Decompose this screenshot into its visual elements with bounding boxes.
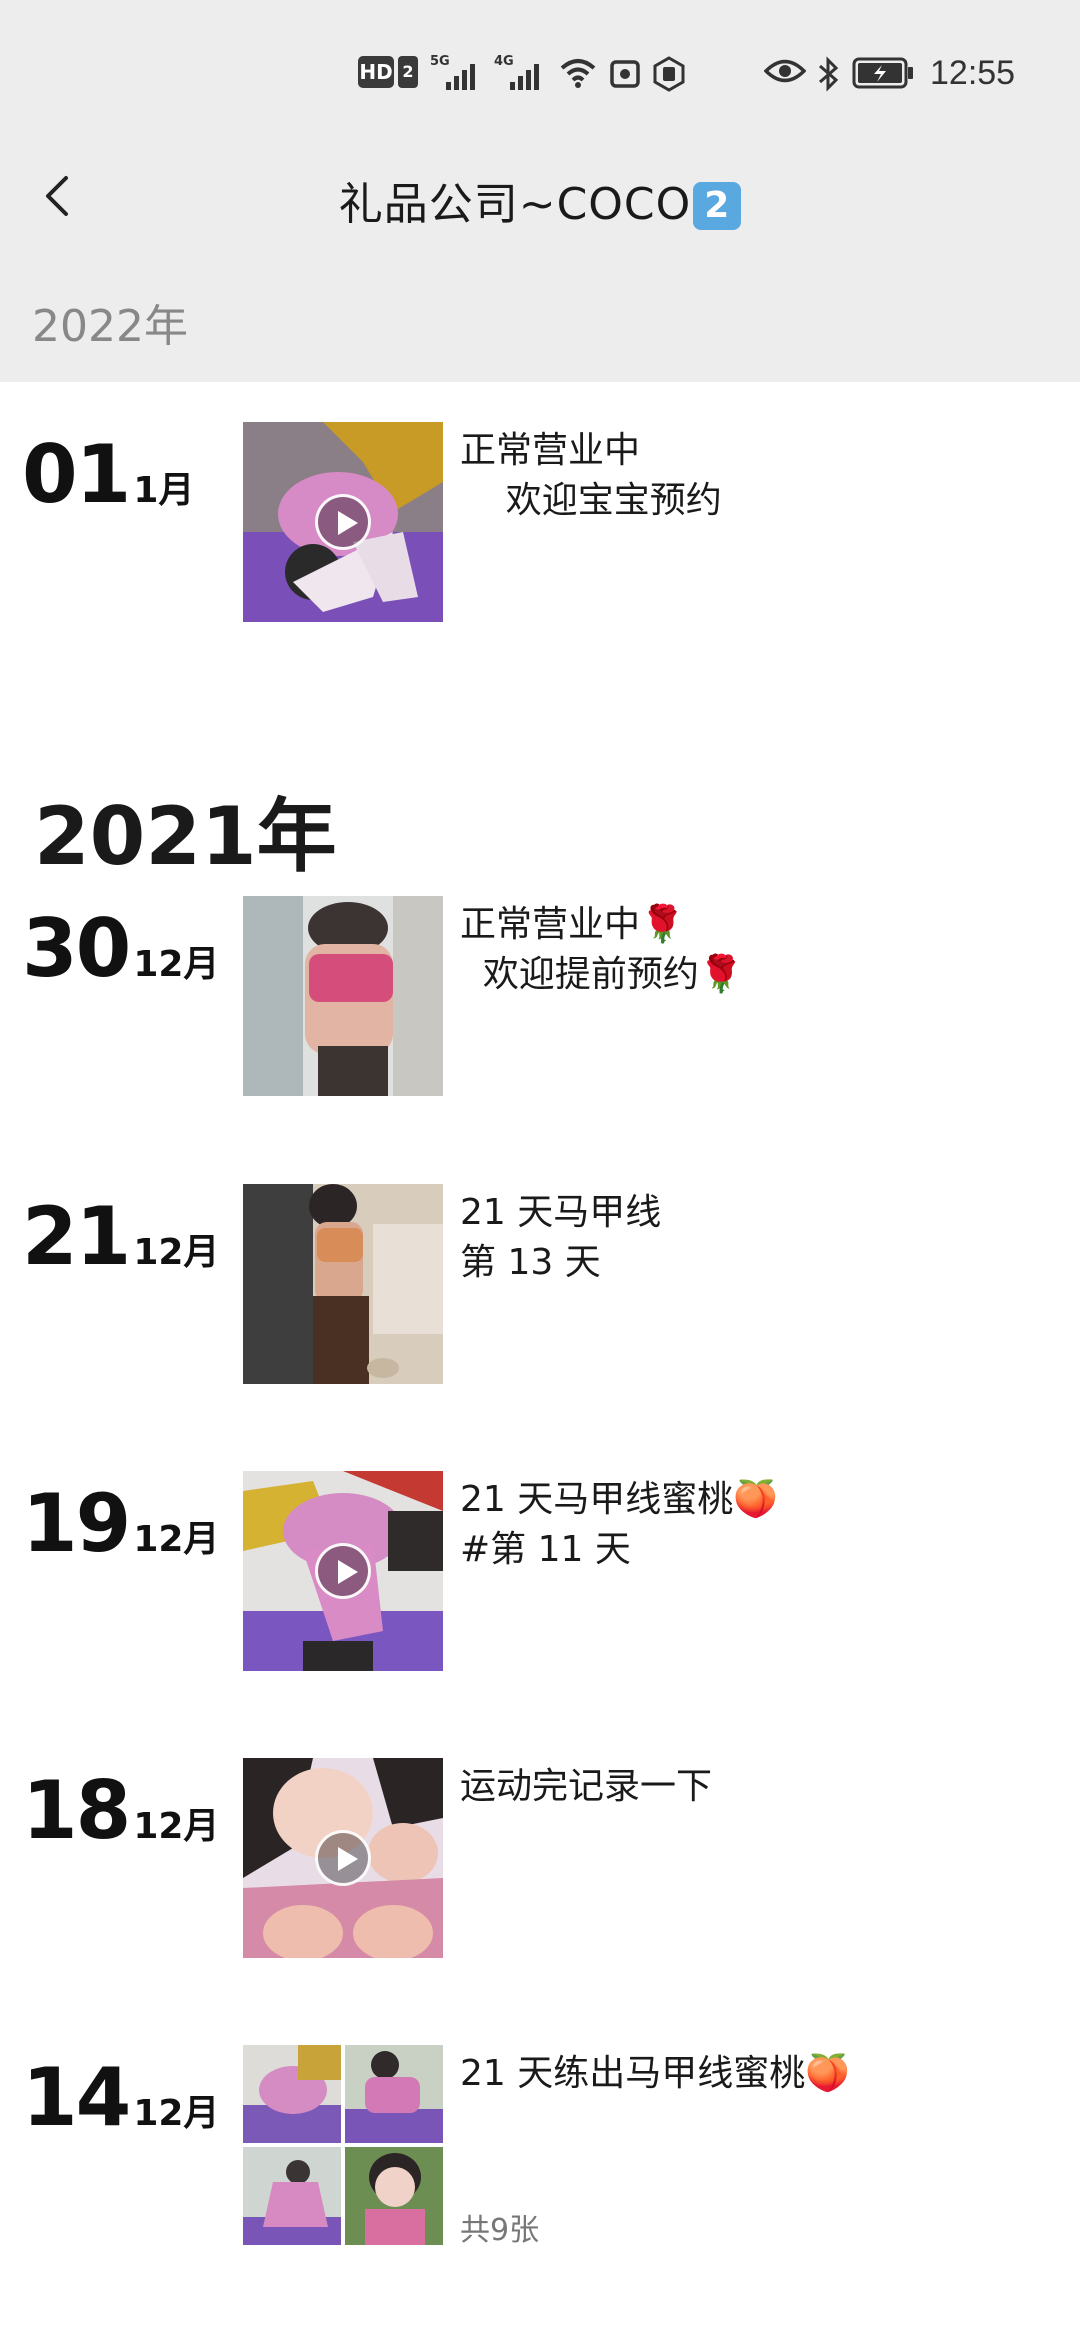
post-caption: 21 天马甲线蜜桃🍑 #第 11 天 — [460, 1479, 779, 1570]
post-day: 01 — [22, 428, 131, 521]
post-date: 18 12月 — [22, 1764, 219, 1857]
grid-photo — [243, 2045, 341, 2143]
photo-grid[interactable] — [243, 2045, 443, 2245]
moment-post[interactable]: 18 12月 运动完记录一下 — [0, 1758, 1080, 1958]
post-caption: 正常营业中🌹 欢迎提前预约🌹 — [460, 904, 744, 995]
status-bar: HD 2 5G 4G 12:55 — [358, 54, 1016, 92]
moment-post[interactable]: 14 12月 21 天练出马甲线蜜桃🍑 共9张 — [0, 2045, 1080, 2248]
post-date: 19 12月 — [22, 1477, 219, 1570]
clock: 12:55 — [930, 54, 1016, 92]
play-icon — [315, 1830, 371, 1886]
year-header-2022: 2022年 — [32, 301, 188, 352]
moment-post[interactable]: 01 1月 正常营业中 欢迎宝宝预约 — [0, 422, 1080, 622]
grid-photo — [243, 2147, 341, 2245]
page-title: 礼品公司~COCO 2 — [0, 168, 1080, 232]
photo-thumbnail[interactable] — [243, 896, 443, 1096]
post-month: 12月 — [133, 2093, 220, 2134]
title-number-badge: 2 — [693, 182, 742, 230]
post-caption: 正常营业中 欢迎宝宝预约 — [460, 430, 722, 521]
moment-post[interactable]: 30 12月 正常营业中🌹 欢迎提前预约🌹 — [0, 896, 1080, 1096]
video-thumbnail[interactable] — [243, 1758, 443, 1958]
video-thumbnail[interactable] — [243, 1471, 443, 1671]
post-day: 14 — [22, 2051, 131, 2144]
thumbnail-image — [243, 1184, 443, 1384]
nfc-icon — [610, 60, 640, 88]
play-icon — [315, 494, 371, 550]
video-thumbnail[interactable] — [243, 422, 443, 622]
post-month: 12月 — [133, 1232, 220, 1273]
post-date: 01 1月 — [22, 428, 194, 521]
play-icon — [315, 1543, 371, 1599]
photo-count: 共9张 — [460, 2213, 540, 2248]
post-date: 21 12月 — [22, 1190, 219, 1283]
post-month: 12月 — [133, 1519, 220, 1560]
moment-post[interactable]: 21 12月 21 天马甲线 第 13 天 — [0, 1184, 1080, 1384]
eye-icon — [764, 59, 806, 83]
post-month: 12月 — [133, 944, 220, 985]
bluetooth-icon — [819, 56, 839, 92]
post-day: 19 — [22, 1477, 131, 1570]
post-date: 30 12月 — [22, 902, 219, 995]
post-month: 12月 — [133, 1806, 220, 1847]
post-day: 30 — [22, 902, 131, 995]
post-day: 18 — [22, 1764, 131, 1857]
post-date: 14 12月 — [22, 2051, 219, 2144]
grid-photo — [345, 2147, 443, 2245]
title-text: 礼品公司~COCO — [338, 179, 692, 230]
top-nav: 礼品公司~COCO 2 — [0, 150, 1080, 250]
hd-indicator: HD — [358, 56, 394, 88]
post-day: 21 — [22, 1190, 131, 1283]
post-month: 1月 — [133, 470, 195, 511]
post-caption: 运动完记录一下 — [460, 1766, 713, 1807]
thumbnail-image — [243, 896, 443, 1096]
year-header-2021: 2021年 — [34, 790, 337, 883]
grid-photo — [345, 2045, 443, 2143]
sim2-indicator: 2 — [398, 56, 418, 88]
moment-post[interactable]: 19 12月 21 天马甲线蜜桃🍑 #第 11 天 — [0, 1471, 1080, 1671]
wifi-icon — [560, 59, 596, 88]
photo-thumbnail[interactable] — [243, 1184, 443, 1384]
battery-icon — [852, 57, 913, 89]
post-caption: 21 天练出马甲线蜜桃🍑 — [460, 2053, 851, 2094]
post-caption: 21 天马甲线 第 13 天 — [460, 1192, 662, 1283]
hand-icon — [653, 56, 685, 92]
